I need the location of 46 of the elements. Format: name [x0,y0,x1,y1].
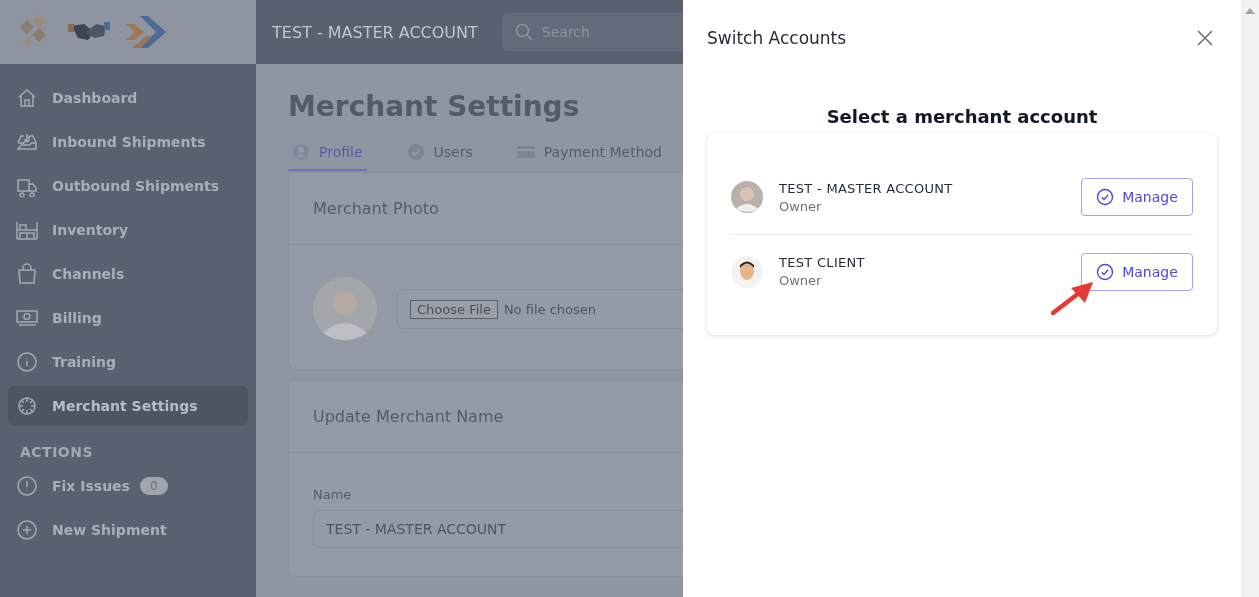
settings-icon [16,395,38,417]
shelf-icon [16,219,38,241]
nav-item[interactable]: Dashboard [8,78,248,118]
account-role: Owner [779,198,823,214]
section-title: ACTIONS [19,443,95,462]
check-circle-icon [406,143,425,161]
check-circle-icon [1096,188,1115,206]
account-name: TEST - MASTER ACCOUNT [779,180,954,196]
nav-item[interactable]: Billing [8,298,248,338]
scroll-up-icon[interactable] [1245,8,1255,14]
file-status: No file chosen [503,301,596,317]
manage-button[interactable]: Manage [1081,252,1193,291]
name-field[interactable]: TEST - MASTER ACCOUNT [313,510,683,548]
nav-item[interactable]: Inventory [8,210,248,250]
avatar [731,255,763,288]
check-circle-icon [1096,262,1115,281]
tab[interactable]: Users [402,135,477,171]
bag-icon [16,263,38,285]
home-icon [16,87,38,109]
nav-item[interactable]: New Shipment [8,510,248,550]
nav-item[interactable]: Training [8,342,248,382]
nav-item[interactable]: Channels [8,254,248,294]
page-title: Merchant Settings [288,90,581,123]
info-icon [16,351,38,373]
credit-card-icon [516,143,535,161]
account-name: TEST CLIENT [779,255,866,270]
alert-icon [16,475,38,497]
avatar [313,277,377,341]
account-name: TEST - MASTER ACCOUNT [272,22,478,42]
banknote-icon [16,307,38,329]
account-role: Owner [779,273,823,288]
nav-item[interactable]: Inbound Shipments [8,122,248,162]
nav-item[interactable]: Outbound Shipments [8,166,248,206]
tab[interactable]: Payment Method [512,135,666,171]
search-icon [513,22,534,42]
avatar [731,181,763,213]
field-label: Name [313,487,353,502]
section-heading: Select a merchant account [825,106,1099,127]
nav-item[interactable]: Merchant Settings [8,386,248,426]
choose-file-button[interactable]: Choose File [410,299,498,319]
manage-button[interactable]: Manage [1081,178,1193,216]
close-icon[interactable] [1197,30,1213,46]
scrollbar[interactable] [1241,0,1259,597]
drawer-title: Switch Accounts [707,28,847,48]
inbox-icon [16,131,38,153]
plus-icon [16,519,38,541]
